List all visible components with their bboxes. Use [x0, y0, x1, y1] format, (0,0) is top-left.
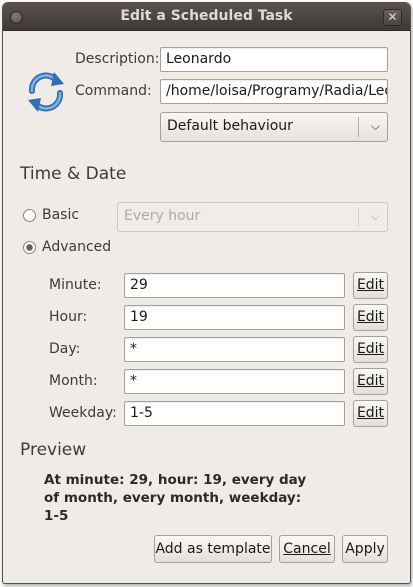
window-title: Edit a Scheduled Task [120, 8, 293, 24]
description-label: Description: [75, 51, 160, 67]
month-edit-label: Edit [356, 373, 385, 389]
day-edit-button[interactable]: Edit [353, 336, 388, 363]
command-label: Command: [75, 83, 152, 99]
hour-edit-button[interactable]: Edit [353, 304, 388, 331]
advanced-label[interactable]: Advanced [42, 239, 111, 255]
advanced-radio[interactable] [23, 241, 36, 254]
month-field[interactable]: * [124, 369, 345, 394]
day-label: Day: [49, 341, 81, 357]
basic-label[interactable]: Basic [42, 207, 79, 223]
preview-heading: Preview [20, 440, 87, 460]
refresh-icon [28, 72, 64, 112]
minute-field[interactable]: 29 [124, 273, 345, 298]
day-field[interactable]: * [124, 337, 345, 362]
basic-frequency-value: Every hour [124, 208, 201, 224]
behaviour-select[interactable]: Default behaviour ⌵ [160, 112, 388, 142]
preview-line: At minute: 29, hour: 19, every day [44, 472, 307, 488]
preview-line: 1-5 [44, 508, 69, 524]
weekday-field[interactable]: 1-5 [124, 401, 345, 426]
add-as-template-button[interactable]: Add as template [154, 535, 272, 563]
combo-separator [358, 117, 359, 137]
chevron-down-icon: ⌵ [370, 119, 380, 133]
minute-edit-label: Edit [356, 277, 385, 293]
close-icon[interactable]: ✕ [383, 9, 402, 26]
command-field[interactable]: /home/loisa/Programy/Radia/Leona [160, 79, 388, 104]
day-edit-label: Edit [356, 341, 385, 357]
chevron-down-icon: ⌵ [370, 209, 380, 223]
preview-line: of month, every month, weekday: [44, 490, 302, 506]
month-label: Month: [49, 373, 98, 389]
basic-frequency-select: Every hour ⌵ [117, 202, 388, 232]
apply-button[interactable]: Apply [342, 535, 388, 563]
weekday-edit-button[interactable]: Edit [353, 400, 388, 427]
hour-edit-label: Edit [356, 309, 385, 325]
weekday-label: Weekday: [49, 405, 117, 421]
time-date-heading: Time & Date [20, 164, 127, 184]
weekday-edit-label: Edit [356, 405, 385, 421]
minute-edit-button[interactable]: Edit [353, 272, 388, 299]
hour-label: Hour: [49, 309, 88, 325]
minute-label: Minute: [49, 277, 102, 293]
behaviour-select-value: Default behaviour [167, 118, 293, 134]
cancel-label: Cancel [283, 541, 331, 557]
month-edit-button[interactable]: Edit [353, 368, 388, 395]
description-field[interactable]: Leonardo [160, 47, 388, 72]
preview-text: At minute: 29, hour: 19, every day of mo… [44, 471, 306, 525]
cancel-button[interactable]: Cancel [279, 535, 335, 563]
dialog-window: Edit a Scheduled Task ✕ Description: Leo… [2, 2, 411, 584]
basic-radio[interactable] [23, 209, 36, 222]
apply-label: Apply [345, 541, 385, 557]
combo-separator [358, 207, 359, 227]
hour-field[interactable]: 19 [124, 305, 345, 330]
title-bar: Edit a Scheduled Task ✕ [3, 3, 410, 31]
